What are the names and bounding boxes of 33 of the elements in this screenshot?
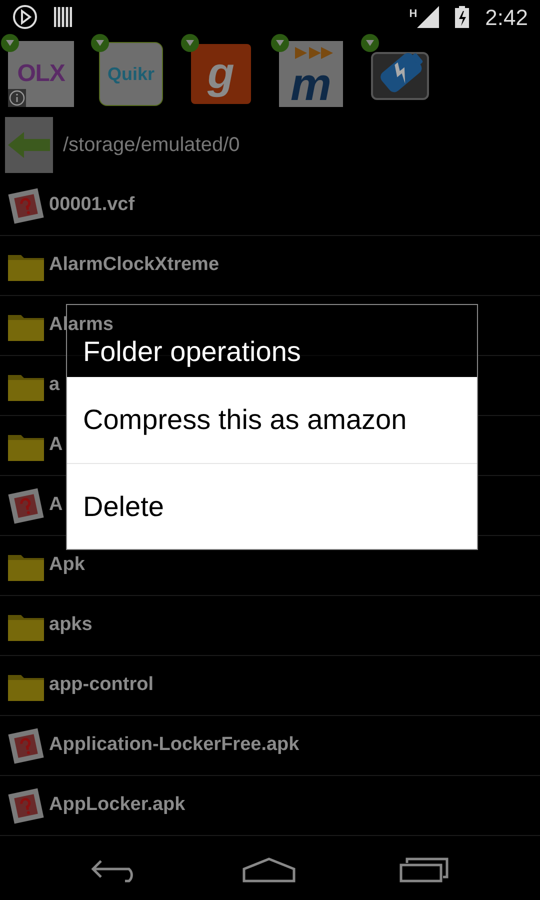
file-name[interactable]: a bbox=[49, 371, 60, 400]
file-name[interactable]: 00001.vcf bbox=[49, 191, 135, 220]
recent-apps-icon[interactable] bbox=[398, 857, 449, 883]
info-icon bbox=[8, 89, 26, 107]
file-name[interactable]: AppLocker.apk bbox=[49, 791, 186, 820]
file-name[interactable]: AlarmClockXtreme bbox=[49, 251, 220, 280]
app-logo-text: OLX bbox=[17, 59, 65, 89]
current-path: /storage/emulated/0 bbox=[63, 133, 240, 158]
signal-icon bbox=[417, 6, 440, 28]
file-name[interactable]: app-control bbox=[49, 671, 154, 700]
download-badge-icon bbox=[270, 33, 290, 53]
file-name[interactable]: Application-LockerFree.apk bbox=[49, 731, 300, 760]
battery-icon bbox=[455, 6, 470, 28]
clock: 2:42 bbox=[485, 4, 528, 32]
dialog-title: Folder operations bbox=[83, 337, 301, 367]
file-name[interactable]: Apk bbox=[49, 551, 85, 580]
network-type: H bbox=[409, 7, 418, 22]
download-badge-icon bbox=[0, 33, 20, 53]
file-name[interactable]: A bbox=[49, 431, 63, 460]
menu-item[interactable]: Compress this as amazon bbox=[67, 377, 477, 463]
download-badge-icon bbox=[180, 33, 200, 53]
home-icon[interactable] bbox=[242, 857, 296, 883]
barcode-icon bbox=[54, 7, 72, 27]
menu-item[interactable]: Delete bbox=[67, 463, 477, 549]
download-badge-icon bbox=[90, 33, 110, 53]
file-name[interactable]: A bbox=[49, 491, 63, 520]
left-arrow-icon bbox=[8, 132, 50, 158]
app-logo-text: m bbox=[290, 61, 332, 107]
download-badge-icon bbox=[360, 33, 380, 53]
file-name[interactable]: apks bbox=[49, 611, 92, 640]
app-logo-text: Quikr bbox=[107, 62, 154, 86]
app-logo-text: g bbox=[208, 52, 234, 96]
play-icon bbox=[12, 4, 38, 30]
